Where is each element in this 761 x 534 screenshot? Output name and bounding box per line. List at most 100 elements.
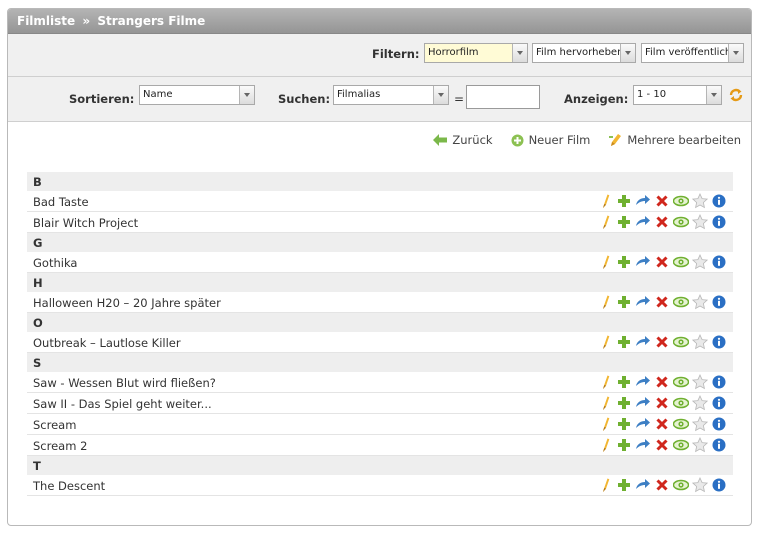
- info-icon[interactable]: [711, 254, 727, 270]
- eye-icon[interactable]: [673, 437, 689, 453]
- plus-icon[interactable]: [616, 294, 632, 310]
- plus-icon[interactable]: [616, 395, 632, 411]
- star-icon[interactable]: [692, 214, 708, 230]
- delete-x-icon[interactable]: [654, 374, 670, 390]
- move-arrow-icon[interactable]: [635, 437, 651, 453]
- star-icon[interactable]: [692, 437, 708, 453]
- film-title[interactable]: Bad Taste: [33, 195, 89, 209]
- pencil-icon[interactable]: [597, 374, 613, 390]
- delete-x-icon[interactable]: [654, 477, 670, 493]
- eye-icon[interactable]: [673, 416, 689, 432]
- film-title[interactable]: Saw II - Das Spiel geht weiter...: [33, 397, 212, 411]
- move-arrow-icon[interactable]: [635, 334, 651, 350]
- move-arrow-icon[interactable]: [635, 294, 651, 310]
- search-field-select[interactable]: Filmalias: [333, 85, 449, 105]
- sort-select[interactable]: Name: [139, 85, 255, 105]
- published-filter-value: Film veröffentlicht: [645, 47, 736, 58]
- film-title[interactable]: Halloween H20 – 20 Jahre später: [33, 296, 221, 310]
- plus-icon[interactable]: [616, 477, 632, 493]
- plus-icon[interactable]: [616, 374, 632, 390]
- pencil-icon[interactable]: [597, 395, 613, 411]
- info-icon[interactable]: [711, 294, 727, 310]
- info-icon[interactable]: [711, 374, 727, 390]
- pencil-icon[interactable]: [597, 214, 613, 230]
- pencil-icon[interactable]: [597, 294, 613, 310]
- plus-icon[interactable]: [616, 416, 632, 432]
- row-actions: [597, 214, 727, 230]
- star-icon[interactable]: [692, 294, 708, 310]
- delete-x-icon[interactable]: [654, 294, 670, 310]
- eye-icon[interactable]: [673, 395, 689, 411]
- move-arrow-icon[interactable]: [635, 374, 651, 390]
- edit-multiple-link[interactable]: Mehrere bearbeiten: [608, 132, 741, 148]
- info-icon[interactable]: [711, 334, 727, 350]
- plus-icon[interactable]: [616, 193, 632, 209]
- film-title[interactable]: Scream: [33, 418, 76, 432]
- new-film-link[interactable]: Neuer Film: [511, 132, 590, 148]
- eye-icon[interactable]: [673, 294, 689, 310]
- eye-icon[interactable]: [673, 374, 689, 390]
- plus-icon[interactable]: [616, 437, 632, 453]
- move-arrow-icon[interactable]: [635, 395, 651, 411]
- star-icon[interactable]: [692, 477, 708, 493]
- delete-x-icon[interactable]: [654, 395, 670, 411]
- row-actions: [597, 416, 727, 432]
- move-arrow-icon[interactable]: [635, 416, 651, 432]
- delete-x-icon[interactable]: [654, 437, 670, 453]
- film-title[interactable]: Scream 2: [33, 439, 87, 453]
- film-title[interactable]: Gothika: [33, 256, 77, 270]
- delete-x-icon[interactable]: [654, 334, 670, 350]
- info-icon[interactable]: [711, 214, 727, 230]
- delete-x-icon[interactable]: [654, 193, 670, 209]
- info-icon[interactable]: [711, 477, 727, 493]
- title-bar: Filmliste » Strangers Filme: [8, 9, 751, 34]
- genre-filter-select[interactable]: Horrorfilm: [424, 43, 528, 63]
- star-icon[interactable]: [692, 395, 708, 411]
- info-icon[interactable]: [711, 416, 727, 432]
- published-filter-select[interactable]: Film veröffentlicht: [641, 43, 744, 63]
- eye-icon[interactable]: [673, 334, 689, 350]
- eye-icon[interactable]: [673, 214, 689, 230]
- film-title[interactable]: Blair Witch Project: [33, 216, 138, 230]
- eye-icon[interactable]: [673, 254, 689, 270]
- highlight-filter-select[interactable]: Film hervorheben: [532, 43, 636, 63]
- pencil-icon[interactable]: [597, 437, 613, 453]
- breadcrumb-film-list[interactable]: Filmliste: [17, 14, 75, 28]
- film-title[interactable]: Outbreak – Lautlose Killer: [33, 336, 181, 350]
- display-count-value: 1 - 10: [637, 89, 667, 100]
- pencil-icon[interactable]: [597, 193, 613, 209]
- pencil-icon[interactable]: [597, 416, 613, 432]
- search-input[interactable]: [466, 85, 540, 109]
- back-arrow-icon: [433, 134, 448, 146]
- delete-x-icon[interactable]: [654, 254, 670, 270]
- equals-sign: =: [454, 92, 465, 106]
- info-icon[interactable]: [711, 395, 727, 411]
- pencil-icon[interactable]: [597, 334, 613, 350]
- star-icon[interactable]: [692, 416, 708, 432]
- back-link[interactable]: Zurück: [433, 132, 493, 148]
- plus-icon[interactable]: [616, 334, 632, 350]
- star-icon[interactable]: [692, 334, 708, 350]
- eye-icon[interactable]: [673, 193, 689, 209]
- pencil-icon[interactable]: [597, 477, 613, 493]
- film-title[interactable]: Saw - Wessen Blut wird fließen?: [33, 376, 216, 390]
- eye-icon[interactable]: [673, 477, 689, 493]
- move-arrow-icon[interactable]: [635, 477, 651, 493]
- star-icon[interactable]: [692, 193, 708, 209]
- plus-icon[interactable]: [616, 214, 632, 230]
- display-count-select[interactable]: 1 - 10: [633, 85, 722, 105]
- delete-x-icon[interactable]: [654, 214, 670, 230]
- plus-icon[interactable]: [616, 254, 632, 270]
- chevron-down-icon: [433, 86, 448, 104]
- star-icon[interactable]: [692, 254, 708, 270]
- star-icon[interactable]: [692, 374, 708, 390]
- move-arrow-icon[interactable]: [635, 214, 651, 230]
- delete-x-icon[interactable]: [654, 416, 670, 432]
- film-title[interactable]: The Descent: [33, 479, 105, 493]
- move-arrow-icon[interactable]: [635, 193, 651, 209]
- info-icon[interactable]: [711, 193, 727, 209]
- refresh-icon[interactable]: [728, 87, 744, 103]
- move-arrow-icon[interactable]: [635, 254, 651, 270]
- info-icon[interactable]: [711, 437, 727, 453]
- pencil-icon[interactable]: [597, 254, 613, 270]
